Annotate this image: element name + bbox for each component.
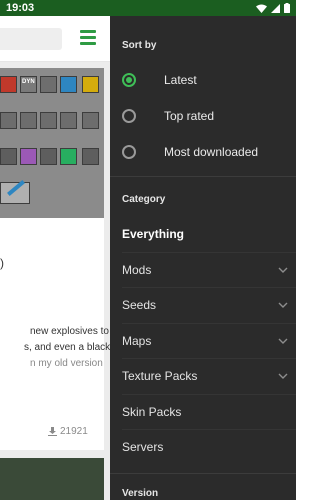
card-title-fragment: ) (0, 256, 4, 270)
category-item-texture-packs[interactable]: Texture Packs (110, 359, 296, 393)
category-item-seeds[interactable]: Seeds (110, 288, 296, 322)
category-item-maps[interactable]: Maps (110, 324, 296, 358)
category-label: Texture Packs (122, 369, 198, 383)
next-card-thumbnail[interactable] (0, 458, 104, 500)
category-item-mods[interactable]: Mods (110, 253, 296, 287)
background-page: DYN ) new explosives to s, and even a bl… (0, 16, 110, 500)
category-label: Maps (122, 334, 152, 348)
radio-unchecked-icon[interactable] (122, 109, 136, 123)
sort-by-heading: Sort by (122, 40, 157, 51)
section-divider (110, 473, 296, 474)
status-bar: 19:03 (0, 0, 296, 16)
status-icons (256, 3, 290, 13)
category-item-everything[interactable]: Everything (110, 217, 296, 251)
wifi-icon (256, 4, 267, 13)
chevron-down-icon[interactable] (278, 371, 288, 381)
sort-option-label: Top rated (164, 109, 215, 123)
sort-option-label: Latest (164, 73, 197, 87)
menu-icon[interactable] (80, 30, 96, 46)
card-text-line-2: s, and even a black (24, 342, 110, 353)
battery-icon (284, 3, 290, 13)
chevron-down-icon[interactable] (278, 300, 288, 310)
category-label: Servers (122, 440, 164, 454)
sort-option-label: Most downloaded (164, 145, 259, 159)
sort-option-latest[interactable]: Latest (110, 64, 296, 96)
category-item-servers[interactable]: Servers (110, 430, 296, 464)
status-time: 19:03 (6, 2, 35, 14)
version-heading: Version (122, 488, 159, 499)
sort-option-top-rated[interactable]: Top rated (110, 100, 296, 132)
category-heading: Category (122, 194, 166, 205)
category-label: Skin Packs (122, 405, 182, 419)
app-toolbar (0, 16, 110, 62)
chevron-down-icon[interactable] (278, 336, 288, 346)
category-label: Everything (122, 227, 185, 241)
category-label: Seeds (122, 298, 157, 312)
filter-drawer: Sort by Latest Top rated Most downloaded… (110, 16, 296, 500)
download-count: 21921 (48, 426, 88, 437)
radio-unchecked-icon[interactable] (122, 145, 136, 159)
category-item-skin-packs[interactable]: Skin Packs (110, 395, 296, 429)
search-bar[interactable] (0, 28, 62, 50)
chevron-down-icon[interactable] (278, 265, 288, 275)
section-divider (110, 176, 296, 177)
sort-option-most-downloaded[interactable]: Most downloaded (110, 136, 296, 168)
signal-icon (271, 3, 280, 13)
card-thumbnail: DYN (0, 68, 104, 218)
card-text-line-3: n my old version (30, 358, 103, 369)
thumb-label: DYN (22, 79, 35, 85)
content-card[interactable]: DYN ) new explosives to s, and even a bl… (0, 68, 110, 450)
radio-checked-icon[interactable] (122, 73, 136, 87)
download-icon (48, 427, 57, 436)
content-feed: DYN ) new explosives to s, and even a bl… (0, 62, 110, 500)
card-text-line-1: new explosives to (30, 326, 109, 337)
category-label: Mods (122, 263, 152, 277)
